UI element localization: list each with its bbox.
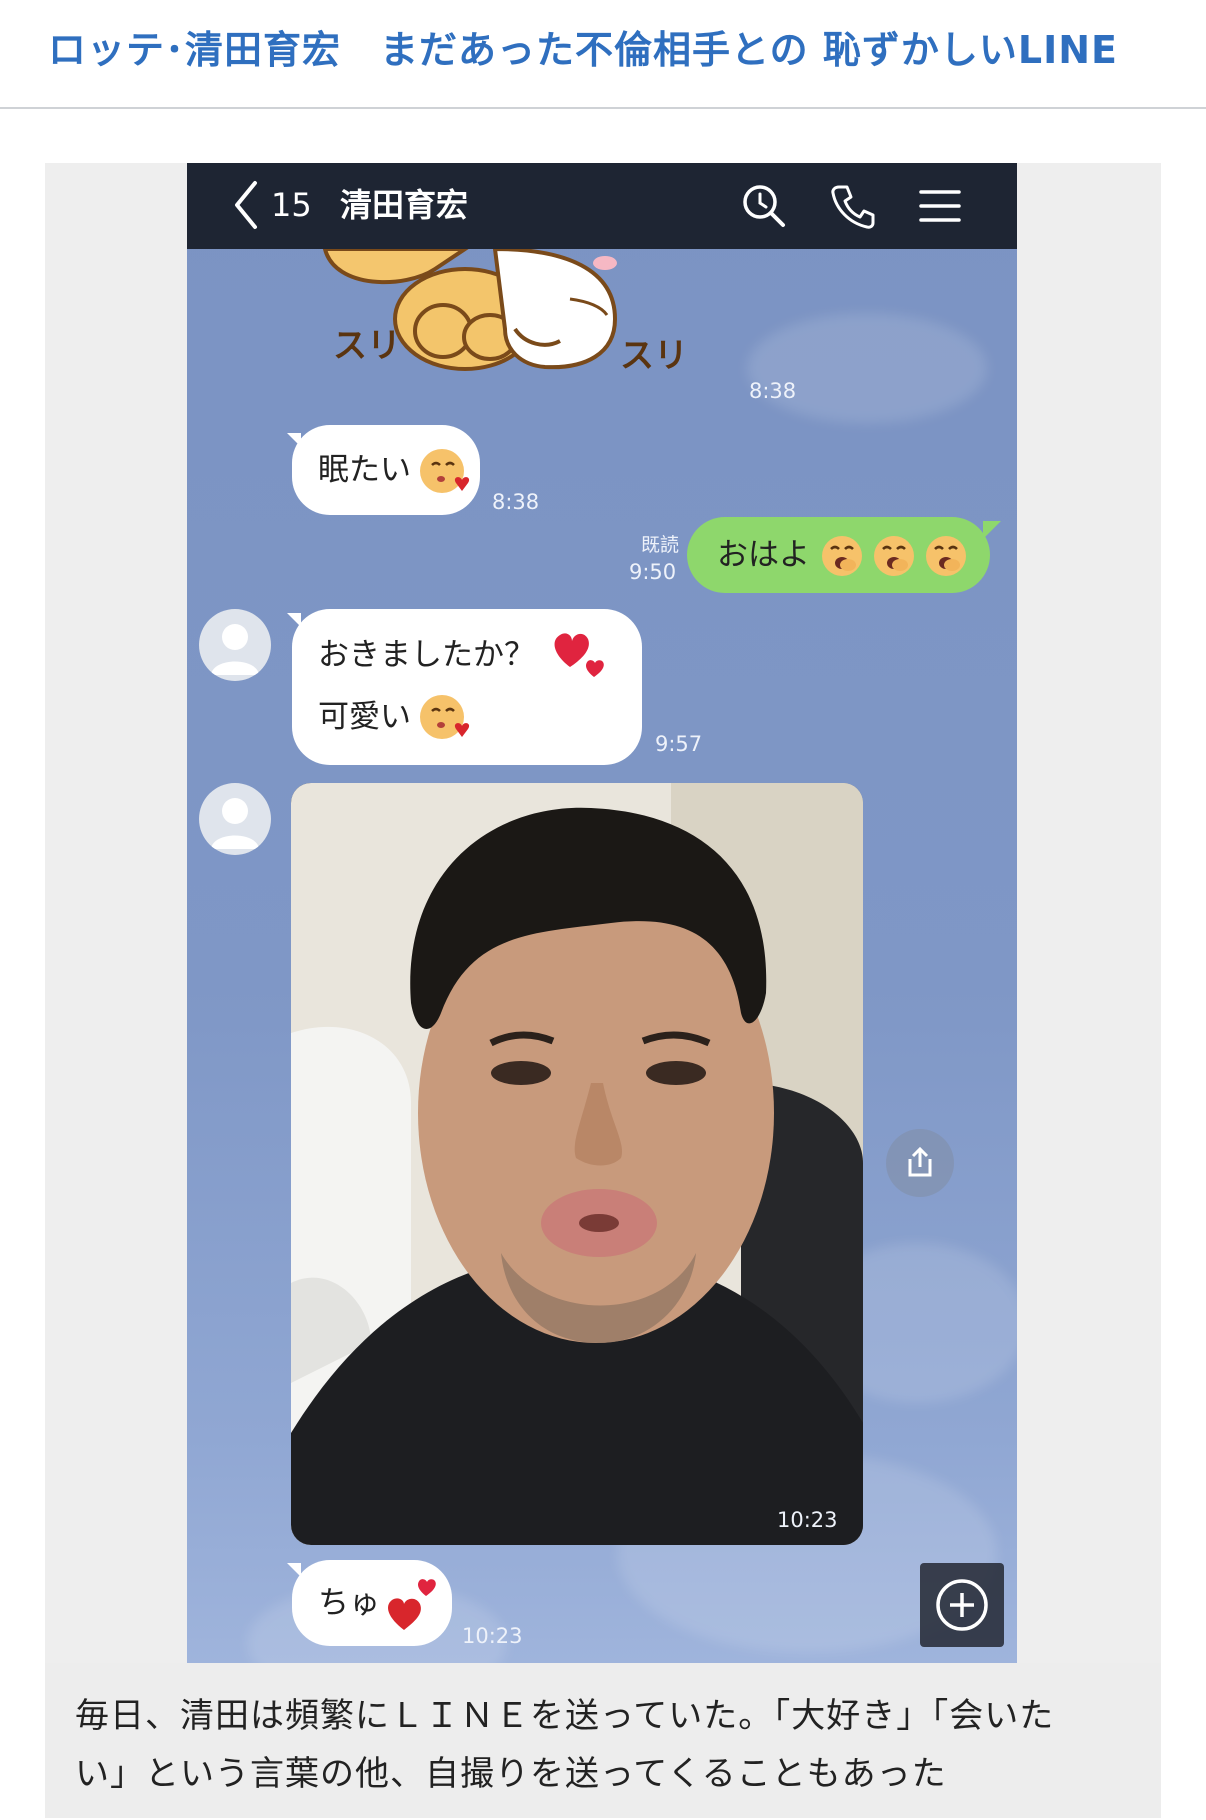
message-bubble-them[interactable]: ちゅ [292,1560,452,1646]
heart-emoji [388,1579,436,1630]
default-avatar-icon [211,798,259,849]
header-divider [0,107,1206,109]
selfie-photo-message[interactable] [291,783,863,1545]
read-receipt: 既読 [640,534,679,556]
message-text-line2: 可愛い [318,699,411,735]
menu-icon[interactable] [915,181,965,231]
kissing-heart-emoji [420,449,470,493]
message-time: 8:38 [749,379,797,403]
share-button[interactable] [886,1129,954,1197]
sticker-caption-left: スリ [333,326,401,366]
search-icon[interactable] [739,181,789,231]
bubble-tail [287,1563,301,1577]
default-avatar-icon [211,624,259,675]
message-bubble-me[interactable]: おはよ [687,517,990,593]
back-chevron-icon[interactable] [231,179,261,231]
yawning-emoji [874,536,914,576]
yawning-emoji [926,536,966,576]
line-chat-screenshot: 15 清田育宏 スリ スリ 8:38 眠たい 8:38 おはよ 既読 9:50 … [187,163,1017,1663]
cat-sticker[interactable]: スリ スリ [315,249,735,389]
plus-icon [936,1579,988,1631]
add-button[interactable] [920,1563,1004,1647]
message-bubble-them[interactable]: おきましたか？ 可愛い [292,609,642,765]
caption-line-1: 毎日、清田は頻繁にＬＩＮＥを送っていた。「大好き」「会いた [75,1696,1055,1736]
unread-count[interactable]: 15 [271,183,312,227]
message-time: 10:23 [777,1508,838,1532]
bubble-tail [287,613,301,627]
bubble-tail [287,433,301,447]
message-text-line1: おきましたか？ [318,637,535,673]
message-text: 眠たい [318,452,411,488]
share-icon [908,1146,932,1177]
background-cloud [747,313,987,423]
message-text: おはよ [717,537,810,573]
caption-line-2: い」という言葉の他、自撮りを送ってくることもあった [75,1754,947,1794]
chat-navbar: 15 清田育宏 [187,163,1017,249]
bubble-tail [983,521,1001,539]
photo-caption: 毎日、清田は頻繁にＬＩＮＥを送っていた。「大好き」「会いた い」という言葉の他、… [45,1663,1161,1818]
message-time: 9:50 [629,560,677,584]
message-time: 9:57 [655,732,703,756]
contact-avatar[interactable] [199,783,271,855]
message-time: 8:38 [492,490,540,514]
contact-avatar[interactable] [199,609,271,681]
message-text: ちゅ [318,1585,380,1621]
sticker-caption-right: スリ [620,336,688,376]
message-time: 10:23 [462,1624,523,1648]
message-bubble-them[interactable]: 眠たい [292,425,480,515]
two-hearts-emoji [554,633,604,677]
phone-icon[interactable] [827,181,877,231]
contact-name: 清田育宏 [340,186,469,224]
kissing-heart-emoji [420,695,470,739]
article-headline[interactable]: ロッテ･清田育宏 まだあった不倫相手との 恥ずかしいLINE [48,14,1118,86]
yawning-emoji [822,536,862,576]
selfie-photo [291,783,863,1545]
